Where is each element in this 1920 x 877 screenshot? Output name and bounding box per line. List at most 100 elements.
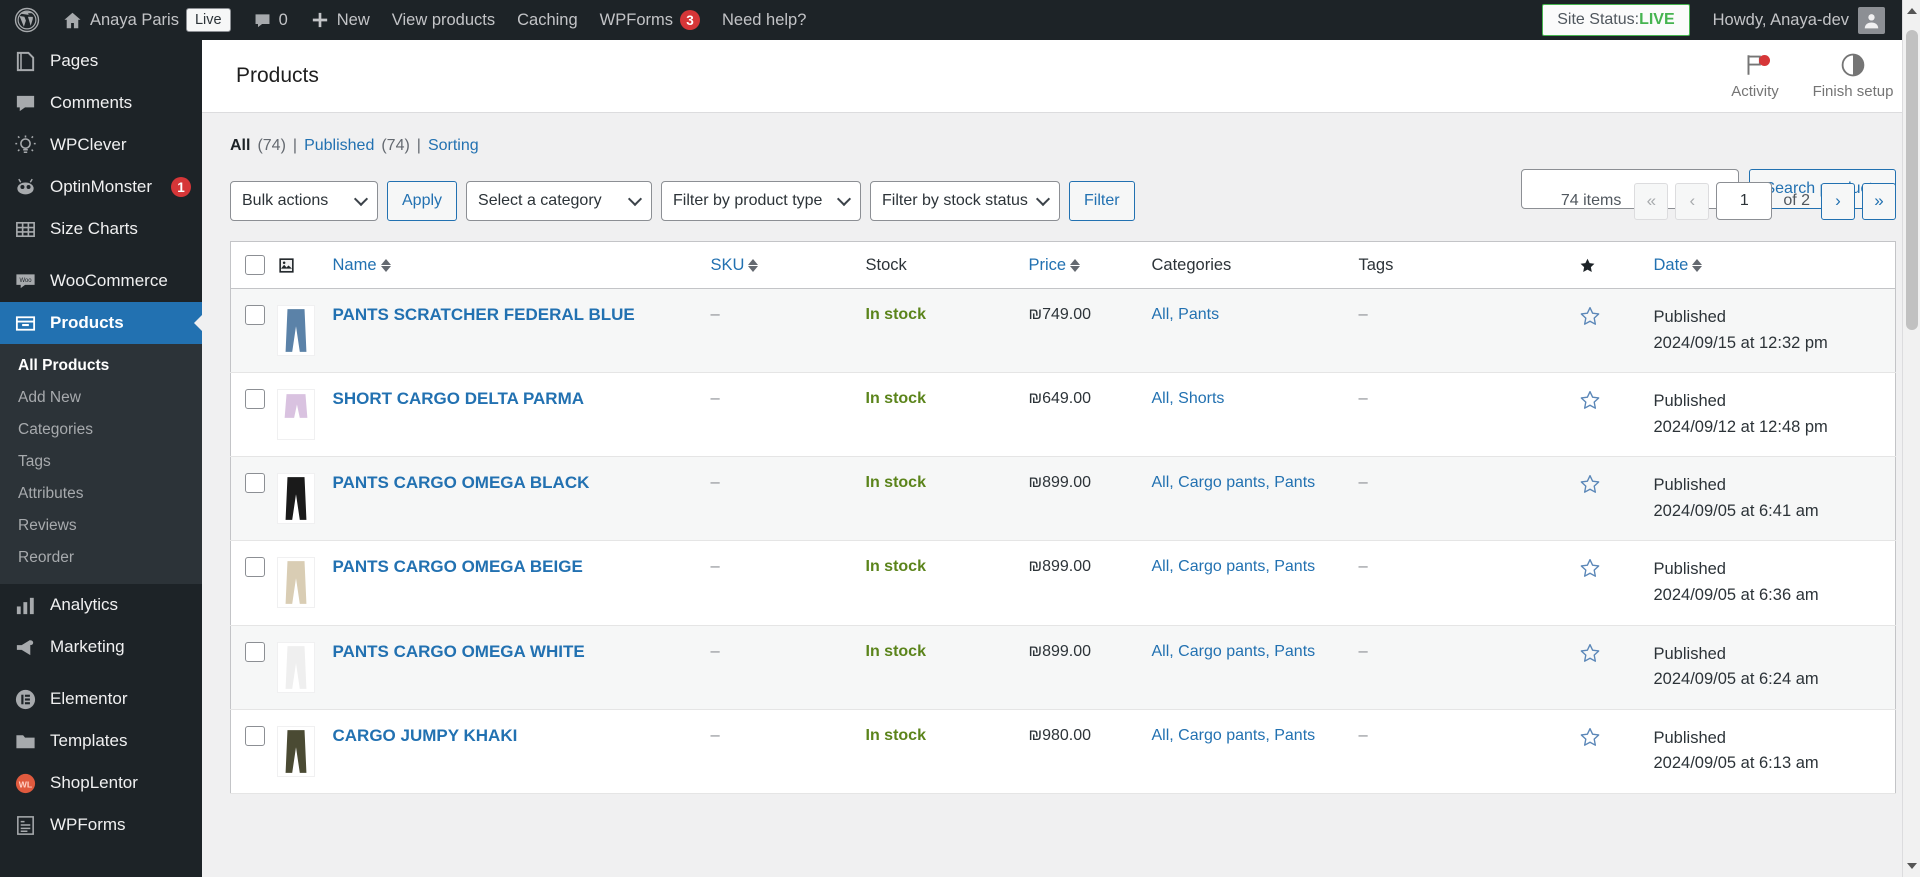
star-outline-icon[interactable] [1579, 557, 1601, 579]
submenu-item-reviews[interactable]: Reviews [0, 510, 202, 542]
product-type-filter-select[interactable]: Filter by product type [661, 181, 862, 221]
account-menu-button[interactable]: Howdy, Anaya-dev [1702, 0, 1896, 40]
product-categories-link[interactable]: All, Shorts [1152, 390, 1225, 407]
product-thumbnail[interactable] [276, 305, 315, 356]
row-checkbox[interactable] [245, 305, 265, 325]
star-outline-icon[interactable] [1579, 305, 1601, 327]
apply-button[interactable]: Apply [387, 181, 458, 221]
star-outline-icon[interactable] [1579, 473, 1601, 495]
view-sorting-link[interactable]: Sorting [428, 137, 479, 155]
row-tags-cell: – [1359, 541, 1579, 625]
need-help-button[interactable]: Need help? [711, 0, 817, 40]
caching-button[interactable]: Caching [506, 0, 589, 40]
product-name-link[interactable]: PANTS SCRATCHER FEDERAL BLUE [333, 305, 635, 324]
product-thumbnail[interactable] [276, 473, 315, 525]
product-name-link[interactable]: PANTS CARGO OMEGA BLACK [333, 473, 590, 492]
table-row[interactable]: CARGO JUMPY KHAKI – In stock ₪980.00 All, Ca… [230, 709, 1896, 794]
sidebar-item-wpclever[interactable]: WPClever [0, 124, 202, 166]
table-row[interactable]: PANTS CARGO OMEGA WHITE – In stock ₪899.00 A… [230, 625, 1896, 710]
select-all-checkbox[interactable] [245, 255, 265, 275]
sidebar-item-elementor[interactable]: Elementor [0, 678, 202, 720]
bulk-actions-select[interactable]: Bulk actions [230, 181, 378, 221]
sidebar-item-shoplentor[interactable]: WL ShopLentor [0, 762, 202, 804]
row-checkbox[interactable] [245, 389, 265, 410]
view-products-button[interactable]: View products [381, 0, 506, 40]
product-thumbnail[interactable] [276, 557, 315, 609]
table-row[interactable]: PANTS CARGO OMEGA BEIGE – In stock ₪899.00 A… [230, 541, 1896, 625]
product-categories-link[interactable]: All, Pants [1152, 306, 1220, 323]
submenu-item-categories[interactable]: Categories [0, 414, 202, 446]
scroll-up-arrow-icon[interactable] [1903, 2, 1920, 20]
submenu-item-add-new[interactable]: Add New [0, 382, 202, 414]
sort-by-sku-link[interactable]: SKU [711, 256, 759, 275]
activity-button[interactable]: Activity [1706, 40, 1804, 112]
last-page-button[interactable]: » [1862, 182, 1896, 220]
column-price[interactable]: Price [1028, 241, 1152, 289]
sort-by-date-link[interactable]: Date [1654, 256, 1703, 275]
star-outline-icon[interactable] [1579, 726, 1601, 748]
sidebar-item-analytics[interactable]: Analytics [0, 584, 202, 626]
star-outline-icon[interactable] [1579, 389, 1601, 411]
finish-setup-button[interactable]: Finish setup [1804, 40, 1902, 112]
user-avatar-icon [1864, 13, 1879, 28]
scrollbar-thumb[interactable] [1906, 30, 1918, 330]
product-categories-link[interactable]: All, Cargo pants, Pants [1152, 474, 1316, 491]
new-content-button[interactable]: New [299, 0, 381, 40]
view-published-link[interactable]: Published [304, 137, 374, 155]
row-checkbox[interactable] [245, 725, 265, 746]
page-scrollbar[interactable] [1902, 0, 1920, 877]
submenu-item-attributes[interactable]: Attributes [0, 478, 202, 510]
sort-by-price-link[interactable]: Price [1029, 256, 1081, 275]
product-categories-link[interactable]: All, Cargo pants, Pants [1152, 643, 1316, 660]
table-row[interactable]: PANTS SCRATCHER FEDERAL BLUE – In stock ₪74… [230, 288, 1896, 373]
product-name-link[interactable]: PANTS CARGO OMEGA BEIGE [333, 557, 583, 576]
product-thumbnail[interactable] [276, 389, 315, 441]
table-row[interactable]: SHORT CARGO DELTA PARMA – In stock ₪649.00 A… [230, 373, 1896, 457]
product-status: Published [1653, 392, 1726, 411]
next-page-button[interactable]: › [1821, 182, 1855, 220]
product-thumbnail[interactable] [276, 641, 315, 693]
prev-page-button[interactable]: ‹ [1675, 182, 1710, 220]
sidebar-item-templates[interactable]: Templates [0, 720, 202, 762]
current-page-input[interactable]: 1 [1716, 182, 1773, 220]
category-filter-select[interactable]: Select a category [466, 181, 653, 221]
column-date[interactable]: Date [1653, 241, 1896, 289]
sidebar-item-wpforms[interactable]: WPForms [0, 804, 202, 846]
sidebar-item-optinmonster[interactable]: OptinMonster 1 [0, 166, 202, 208]
product-name-link[interactable]: CARGO JUMPY KHAKI [333, 726, 518, 745]
column-name[interactable]: Name [332, 241, 711, 289]
scroll-down-arrow-icon[interactable] [1903, 857, 1920, 875]
product-name-link[interactable]: PANTS CARGO OMEGA WHITE [333, 642, 585, 661]
submenu-item-tags[interactable]: Tags [0, 446, 202, 478]
sidebar-item-size-charts[interactable]: Size Charts [0, 208, 202, 250]
filter-button[interactable]: Filter [1069, 181, 1135, 221]
column-categories: Categories [1151, 241, 1359, 289]
star-outline-icon[interactable] [1579, 642, 1601, 664]
submenu-item-reorder[interactable]: Reorder [0, 542, 202, 574]
site-name-button[interactable]: Anaya Paris Live [51, 0, 242, 40]
row-checkbox[interactable] [245, 641, 265, 662]
sort-by-name-link[interactable]: Name [333, 256, 391, 275]
site-status-badge[interactable]: Site Status:LIVE [1542, 4, 1690, 36]
submenu-item-all-products[interactable]: All Products [0, 350, 202, 382]
product-categories-link[interactable]: All, Cargo pants, Pants [1152, 727, 1316, 744]
sidebar-item-comments[interactable]: Comments [0, 82, 202, 124]
product-name-link[interactable]: SHORT CARGO DELTA PARMA [333, 389, 585, 408]
sidebar-item-marketing[interactable]: Marketing [0, 626, 202, 668]
wordpress-logo-button[interactable] [0, 0, 51, 40]
row-checkbox[interactable] [245, 473, 265, 494]
view-all-link[interactable]: All [230, 137, 250, 155]
sidebar-item-products[interactable]: Products [0, 302, 202, 344]
column-sku[interactable]: SKU [710, 241, 866, 289]
product-thumbnail[interactable] [276, 725, 315, 777]
first-page-button[interactable]: « [1634, 182, 1669, 220]
column-name-label: Name [332, 255, 377, 274]
row-checkbox[interactable] [245, 557, 265, 578]
product-categories-link[interactable]: All, Cargo pants, Pants [1152, 558, 1316, 575]
wpforms-adminbar-button[interactable]: WPForms 3 [589, 0, 711, 40]
sidebar-item-woocommerce[interactable]: Woo WooCommerce [0, 260, 202, 302]
comments-button[interactable]: 0 [242, 0, 299, 40]
stock-status-filter-select[interactable]: Filter by stock status [870, 181, 1061, 221]
sidebar-item-pages[interactable]: Pages [0, 40, 202, 82]
table-row[interactable]: PANTS CARGO OMEGA BLACK – In stock ₪899.00 A… [230, 456, 1896, 541]
